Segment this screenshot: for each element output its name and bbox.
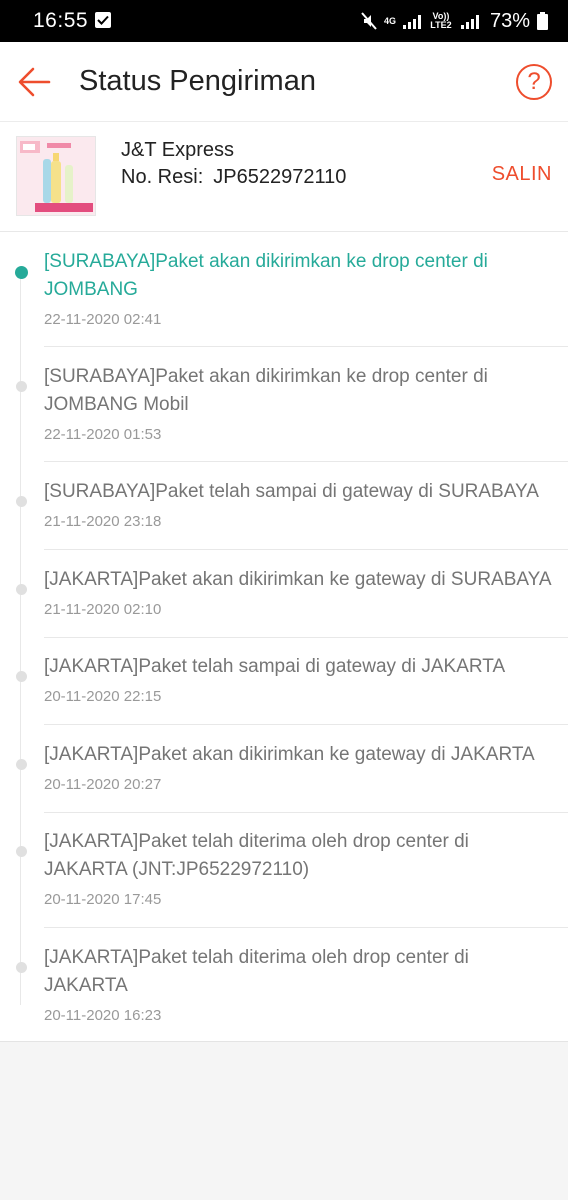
divider	[44, 461, 568, 462]
event-message: [SURABAYA]Paket akan dikirimkan ke drop …	[44, 366, 488, 415]
divider	[44, 812, 568, 813]
divider	[44, 346, 568, 347]
event-timestamp: 21-11-2020 02:10	[44, 601, 162, 618]
battery-icon	[537, 12, 548, 30]
event-timestamp: 20-11-2020 17:45	[44, 891, 162, 908]
timeline-dot	[16, 584, 27, 595]
arrow-left-icon	[18, 67, 51, 97]
divider	[44, 927, 568, 928]
copy-tracking-button[interactable]: SALIN	[492, 163, 552, 186]
event-timestamp: 20-11-2020 22:15	[44, 688, 162, 705]
app-bar: Status Pengiriman ?	[0, 42, 568, 122]
event-timestamp: 22-11-2020 01:53	[44, 426, 162, 443]
help-button[interactable]: ?	[516, 64, 552, 100]
event-timestamp: 21-11-2020 23:18	[44, 513, 162, 530]
event-message: [SURABAYA]Paket telah sampai di gateway …	[44, 481, 539, 502]
shipment-card: J&T Express No. Resi: JP6522972110 SALIN	[0, 122, 568, 232]
event-message: [JAKARTA]Paket telah diterima oleh drop …	[44, 947, 469, 996]
status-time: 16:55	[33, 9, 89, 32]
battery-percent: 73%	[489, 9, 530, 32]
event-message: [SURABAYA]Paket akan dikirimkan ke drop …	[44, 251, 488, 300]
tracking-number: JP6522972110	[213, 166, 347, 188]
event-timestamp: 22-11-2020 02:41	[44, 311, 162, 328]
event-message: [JAKARTA]Paket telah diterima oleh drop …	[44, 831, 469, 880]
question-circle-icon: ?	[527, 68, 541, 95]
timeline-dot	[16, 962, 27, 973]
divider	[44, 637, 568, 638]
divider	[44, 549, 568, 550]
timeline-dot	[16, 496, 27, 507]
divider	[44, 724, 568, 725]
tracking-number-row: No. Resi: JP6522972110	[121, 166, 346, 189]
checkbox-notification-icon	[95, 12, 111, 28]
timeline-dot	[16, 846, 27, 857]
event-message: [JAKARTA]Paket telah sampai di gateway d…	[44, 656, 506, 677]
event-message: [JAKARTA]Paket akan dikirimkan ke gatewa…	[44, 744, 535, 765]
product-thumbnail	[16, 136, 96, 216]
event-message: [JAKARTA]Paket akan dikirimkan ke gatewa…	[44, 569, 552, 590]
event-timestamp: 20-11-2020 16:23	[44, 1007, 162, 1024]
tracking-number-label: No. Resi:	[121, 166, 204, 188]
page-title: Status Pengiriman	[79, 65, 316, 97]
signal-icon	[402, 13, 421, 29]
tracking-timeline: [SURABAYA]Paket akan dikirimkan ke drop …	[0, 232, 568, 1042]
timeline-dot	[16, 759, 27, 770]
status-bar: 16:55 4G Vo)) LTE2 73%	[0, 0, 568, 42]
courier-name: J&T Express	[121, 139, 234, 161]
back-button[interactable]	[16, 64, 52, 100]
timeline-dot-active	[15, 266, 28, 279]
event-timestamp: 20-11-2020 20:27	[44, 776, 162, 793]
mute-icon	[361, 12, 377, 30]
status-icons: 4G Vo)) LTE2 73%	[361, 8, 548, 34]
network-type: 4G	[383, 15, 396, 26]
volte-label: Vo)) LTE2	[430, 11, 452, 30]
timeline-dot	[16, 381, 27, 392]
timeline-dot	[16, 671, 27, 682]
signal-icon-2	[460, 13, 479, 29]
